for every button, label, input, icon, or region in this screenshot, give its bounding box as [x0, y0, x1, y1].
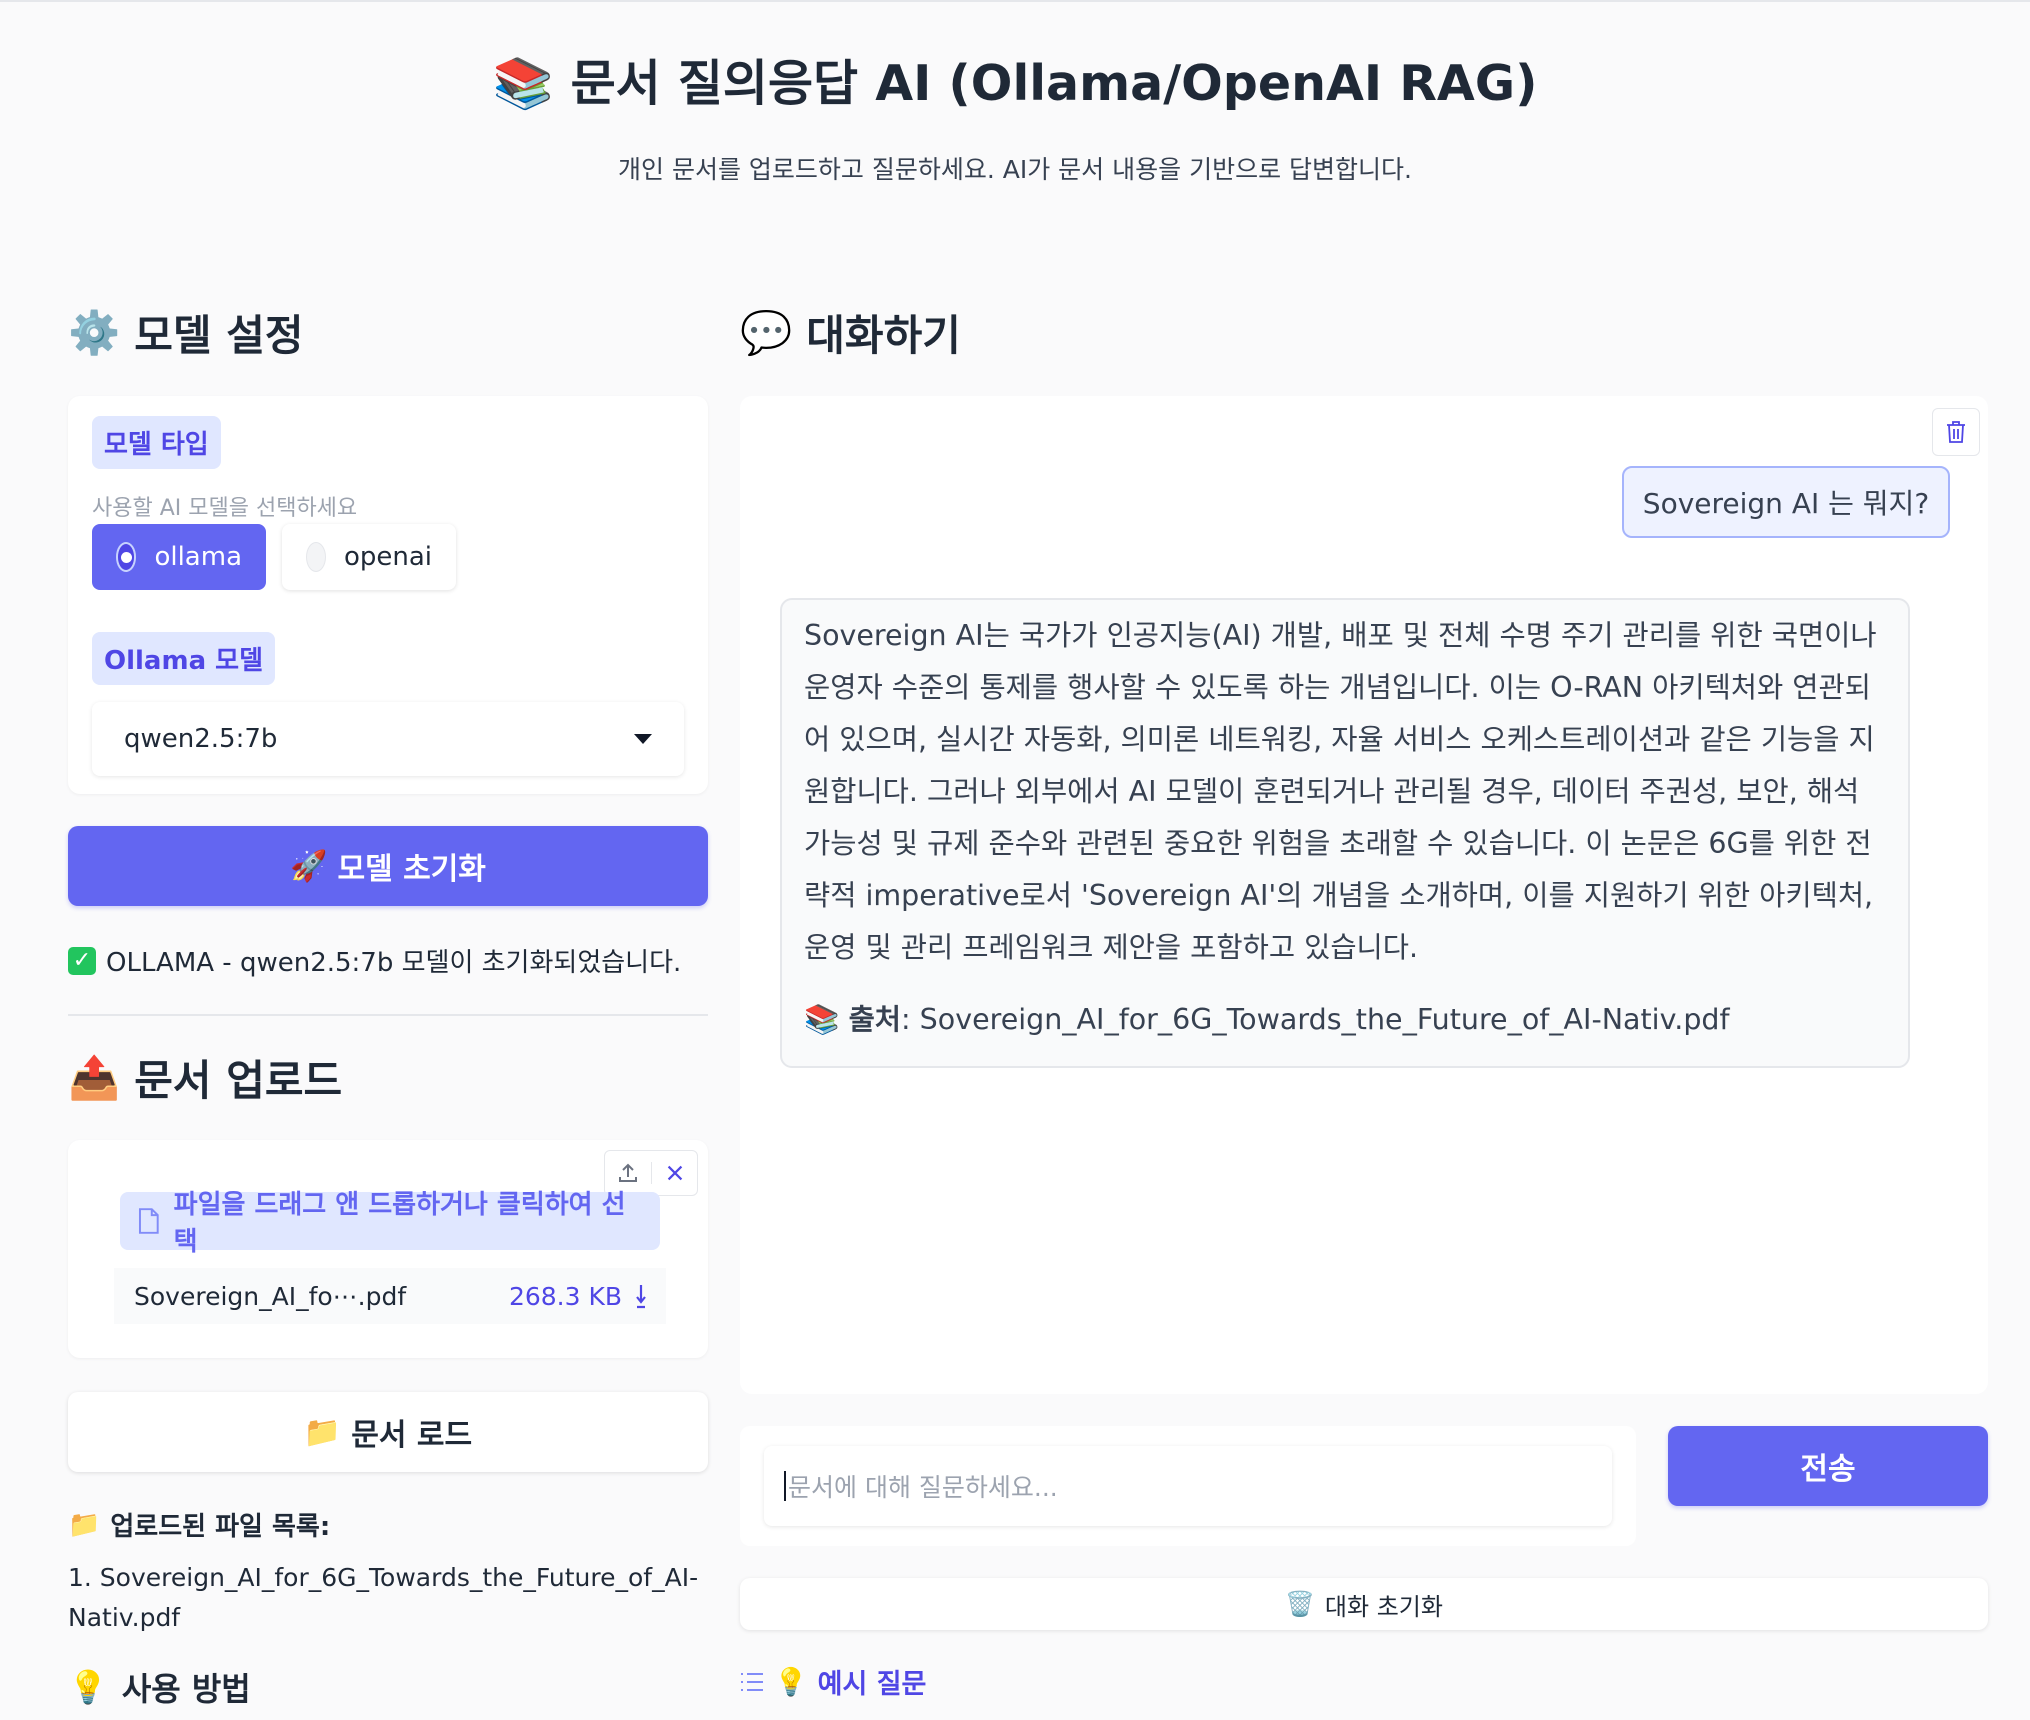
upload-heading-text: 문서 업로드: [134, 1056, 343, 1105]
uploaded-file-row: Sovereign_AI_fo⋯.pdf 268.3 KB: [114, 1268, 666, 1324]
question-input-placeholder: 문서에 대해 질문하세요...: [788, 1473, 1058, 1502]
list-icon: [741, 1672, 763, 1691]
uploaded-list-item: 1. Sovereign_AI_for_6G_Towards_the_Futur…: [68, 1558, 708, 1638]
chevron-down-icon: [634, 734, 652, 744]
folder-icon: 📁: [303, 1414, 342, 1450]
howto-heading: 💡 사용 방법: [68, 1664, 251, 1710]
reset-chat-button-label: 대화 초기화: [1324, 1592, 1443, 1621]
source-value: : Sovereign_AI_for_6G_Towards_the_Future…: [901, 1003, 1730, 1036]
howto-heading-text: 사용 방법: [121, 1670, 251, 1708]
file-icon: [138, 1208, 159, 1234]
examples-toggle[interactable]: 💡 예시 질문: [740, 1662, 926, 1701]
outbox-icon: 📤: [68, 1052, 121, 1102]
settings-heading-text: 모델 설정: [134, 311, 304, 360]
model-type-info: 사용할 AI 모델을 선택하세요: [92, 496, 358, 521]
uploaded-file-size-wrap: 268.3 KB: [509, 1282, 646, 1311]
lightbulb-icon: 💡: [774, 1666, 808, 1698]
user-message: Sovereign AI 는 뭐지?: [1622, 466, 1950, 538]
examples-label: 예시 질문: [817, 1669, 927, 1700]
wastebasket-icon: 🗑️: [1285, 1590, 1315, 1618]
chat-panel: Sovereign AI 는 뭐지? Sovereign AI는 국가가 인공지…: [740, 396, 1988, 1394]
folder-icon: 📁: [68, 1509, 101, 1540]
question-input[interactable]: 문서에 대해 질문하세요...: [764, 1446, 1612, 1526]
uploaded-file-name: Sovereign_AI_fo⋯.pdf: [134, 1281, 407, 1311]
books-icon: 📚: [492, 55, 554, 112]
send-button-label: 전송: [1800, 1452, 1856, 1487]
question-input-wrap: 문서에 대해 질문하세요...: [740, 1426, 1636, 1546]
close-icon[interactable]: [652, 1162, 697, 1184]
speech-bubble-icon: 💬: [740, 307, 793, 357]
file-dropzone[interactable]: 파일을 드래그 앤 드롭하거나 클릭하여 선택: [120, 1190, 660, 1257]
bot-message-text: Sovereign AI는 국가가 인공지능(AI) 개발, 배포 및 전체 수…: [804, 619, 1877, 964]
model-type-label: 모델 타입: [92, 416, 221, 469]
upload-heading: 📤 문서 업로드: [68, 1047, 342, 1108]
uploaded-list-item-line2: Nativ.pdf: [68, 1603, 181, 1632]
gear-icon: ⚙️: [68, 307, 121, 357]
radio-openai[interactable]: openai: [282, 524, 456, 590]
file-upload-card: 파일을 드래그 앤 드롭하거나 클릭하여 선택 Sovereign_AI_fo⋯…: [68, 1140, 708, 1358]
uploaded-list-title: 📁 업로드된 파일 목록:: [68, 1506, 330, 1543]
page-title: 📚 문서 질의응답 AI (Ollama/OpenAI RAG): [0, 44, 2030, 115]
check-icon: ✓: [68, 946, 96, 975]
books-icon: 📚: [804, 1003, 840, 1036]
model-status-text: OLLAMA - qwen2.5:7b 모델이 초기화되었습니다.: [106, 948, 682, 978]
page-subtitle: 개인 문서를 업로드하고 질문하세요. AI가 문서 내용을 기반으로 답변합니…: [618, 155, 1412, 184]
uploaded-list-title-text: 업로드된 파일 목록:: [110, 1512, 331, 1542]
text-cursor: [784, 1471, 786, 1501]
settings-heading: ⚙️ 모델 설정: [68, 302, 303, 363]
lightbulb-icon: 💡: [68, 1668, 108, 1706]
model-status: ✓ OLLAMA - qwen2.5:7b 모델이 초기화되었습니다.: [68, 942, 681, 979]
chat-heading-text: 대화하기: [806, 311, 961, 360]
source-label: 출처: [848, 1003, 902, 1036]
radio-openai-label: openai: [343, 542, 432, 572]
send-button[interactable]: 전송: [1668, 1426, 1988, 1506]
bot-message: Sovereign AI는 국가가 인공지능(AI) 개발, 배포 및 전체 수…: [780, 598, 1910, 1068]
ollama-model-select[interactable]: qwen2.5:7b: [92, 702, 684, 776]
init-model-button[interactable]: 🚀 모델 초기화: [68, 826, 708, 906]
reset-chat-button[interactable]: 🗑️ 대화 초기화: [740, 1578, 1988, 1630]
uploaded-list-item-line1: 1. Sovereign_AI_for_6G_Towards_the_Futur…: [68, 1563, 699, 1592]
trash-icon[interactable]: [1932, 408, 1980, 456]
section-divider: [68, 1014, 708, 1016]
radio-ollama-label: ollama: [154, 542, 242, 572]
radio-ollama-dot: [116, 542, 137, 572]
init-model-button-label: 모델 초기화: [337, 852, 486, 887]
load-document-button[interactable]: 📁 문서 로드: [68, 1392, 708, 1472]
source-line: 📚 출처: Sovereign_AI_for_6G_Towards_the_Fu…: [804, 994, 1886, 1046]
chat-heading: 💬 대화하기: [740, 302, 961, 363]
file-dropzone-label: 파일을 드래그 앤 드롭하거나 클릭하여 선택: [173, 1190, 626, 1257]
load-document-button-label: 문서 로드: [351, 1418, 473, 1453]
upload-icon[interactable]: [605, 1161, 651, 1185]
uploaded-file-size: 268.3 KB: [508, 1281, 622, 1311]
rocket-icon: 🚀: [290, 848, 328, 884]
download-icon[interactable]: [636, 1283, 646, 1309]
page-title-text: 문서 질의응답 AI (Ollama/OpenAI RAG): [570, 55, 1538, 112]
ollama-model-label: Ollama 모델: [92, 632, 276, 685]
radio-ollama[interactable]: ollama: [92, 524, 266, 590]
ollama-model-value: qwen2.5:7b: [124, 724, 278, 754]
radio-openai-dot: [306, 542, 326, 572]
model-settings-card: 모델 타입 사용할 AI 모델을 선택하세요 ollama openai Oll…: [68, 396, 708, 794]
